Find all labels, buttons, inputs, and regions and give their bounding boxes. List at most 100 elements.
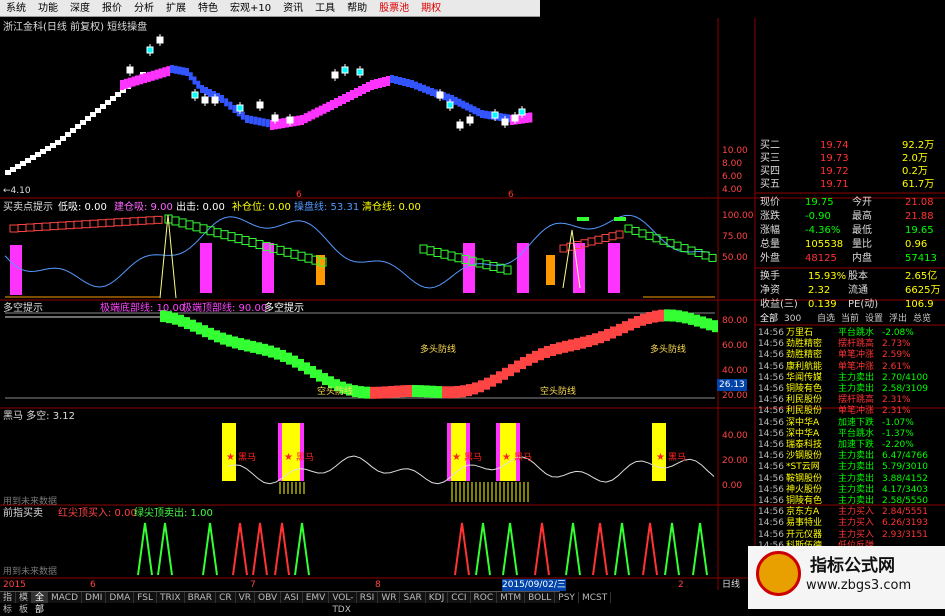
ticker-tab[interactable]: 设置 (865, 313, 883, 325)
orange-signal-bar (316, 255, 325, 285)
menu-item[interactable]: 报价 (96, 0, 128, 17)
indicator-tab[interactable]: SAR (400, 592, 426, 603)
indicator-tab[interactable]: 指标 (0, 592, 17, 615)
indicator-tab[interactable]: EMV (303, 592, 330, 603)
menu-item[interactable]: 系统 (0, 0, 32, 17)
candle (110, 96, 116, 101)
indicator-tab[interactable]: RSI (357, 592, 379, 603)
sentiment-block (256, 342, 262, 355)
menu-item[interactable]: 功能 (32, 0, 64, 17)
ribbon-segment (528, 112, 533, 123)
indicator-tab[interactable]: VR (236, 592, 256, 603)
ribbon-segment (170, 65, 174, 73)
indicator-tab[interactable]: MACD (48, 592, 83, 603)
candle (55, 140, 61, 145)
indicator-tab[interactable]: 全部 (32, 592, 49, 615)
tick-type: 平台跳水 (838, 428, 875, 439)
sentiment-block (568, 339, 574, 352)
ribbon-segment (288, 116, 293, 127)
tick-value: 2.59% (882, 350, 911, 361)
stat-label: 收益(三) (760, 299, 798, 310)
panel3-axis-tick: 20.00 (722, 456, 748, 466)
panel2-annotation: 多头防线 (420, 345, 457, 355)
indicator-tab[interactable]: VOL-TDX (329, 592, 357, 615)
sentiment-block (676, 310, 682, 323)
indicator-tab[interactable]: TRIX (157, 592, 185, 603)
indicator-tab[interactable]: KDJ (426, 592, 449, 603)
tick-type: 加速下跌 (838, 440, 875, 450)
sentiment-block (406, 385, 412, 398)
panel1-label: 补仓位: 0.00 (232, 202, 291, 213)
green-step (297, 251, 306, 261)
sentiment-block (622, 321, 628, 334)
indicator-tab[interactable]: MTM (497, 592, 526, 603)
menu-item[interactable]: 资讯 (277, 0, 309, 17)
sentiment-block (382, 386, 388, 399)
tick-time: 14:56 (758, 507, 784, 518)
tick-type: 加速下跌 (838, 417, 875, 428)
ticker-tab[interactable]: 总览 (913, 313, 931, 325)
ticker-tab[interactable]: 300 (784, 313, 801, 325)
red-step (41, 222, 51, 231)
menu-item[interactable]: 分析 (128, 0, 160, 17)
bid-label: 买四 (760, 166, 780, 177)
menu-item[interactable]: 工具 (309, 0, 341, 17)
menu-item[interactable]: 扩展 (160, 0, 192, 17)
menu-item[interactable]: 宏观+10 (224, 0, 277, 17)
menu-item-stock-pool[interactable]: 股票池 (373, 0, 415, 17)
indicator-tab[interactable]: CCI (448, 592, 471, 603)
buy-signal-bar (262, 243, 274, 293)
indicator-tab[interactable]: DMA (106, 592, 135, 603)
ribbon-segment (506, 114, 511, 123)
ticker-tab[interactable]: 当前 (841, 313, 859, 325)
menu-item-options[interactable]: 期权 (415, 0, 447, 17)
red-step (97, 219, 107, 228)
indicator-tab[interactable]: BRAR (185, 592, 217, 603)
ticker-tab[interactable]: 全部 (760, 313, 778, 325)
indicator-tab[interactable]: WR (378, 592, 401, 603)
tick-time: 14:56 (758, 496, 784, 506)
red-step (137, 216, 147, 225)
watermark-url: www.zbgs3.com (806, 578, 912, 593)
indicator-tab[interactable]: FSL (134, 592, 157, 603)
menu-item[interactable]: 特色 (192, 0, 224, 17)
ribbon-segment (240, 111, 245, 120)
ribbon-segment (200, 85, 204, 93)
indicator-tab[interactable]: 模板 (16, 592, 33, 615)
green-step (426, 246, 435, 256)
panel2-label: 多空提示 (264, 303, 304, 314)
menu-item[interactable]: 帮助 (341, 0, 373, 17)
indicator-tab[interactable]: CR (216, 592, 236, 603)
date-marker: 6 (508, 190, 514, 200)
menu-item[interactable]: 深度 (64, 0, 96, 17)
panel2-annotation: 空头防线 (540, 387, 577, 397)
green-step (199, 224, 208, 234)
green-step (503, 265, 512, 275)
ticker-tab[interactable]: 浮出 (889, 313, 907, 325)
indicator-tab[interactable]: PSY (555, 592, 579, 603)
ribbon-segment (281, 118, 286, 129)
bid-volume: 0.2万 (902, 166, 928, 177)
candle (90, 112, 96, 117)
stat-label: 内盘 (852, 253, 872, 264)
indicator-tab[interactable]: DMI (82, 592, 107, 603)
green-step (269, 243, 278, 253)
indicator-tab[interactable]: OBV (255, 592, 282, 603)
indicator-tab[interactable]: ASI (281, 592, 303, 603)
ribbon-segment (422, 84, 426, 93)
stat-value: 2.32 (808, 285, 831, 296)
spike-signal (232, 522, 248, 576)
indicator-tab[interactable]: BOLL (525, 592, 556, 603)
ribbon-segment (228, 101, 233, 110)
stat-value: 19.75 (805, 197, 834, 208)
bid-price: 19.74 (820, 140, 849, 151)
tick-type: 主力买入 (838, 507, 875, 518)
green-step (192, 222, 201, 232)
indicator-tab[interactable]: ROC (471, 592, 498, 603)
ticker-tab[interactable]: 自选 (817, 313, 835, 325)
indicator-tab[interactable]: MCST (579, 592, 612, 603)
candle (446, 101, 454, 109)
tick-time: 14:56 (758, 417, 784, 428)
sentiment-block (616, 323, 622, 336)
candle (85, 116, 91, 121)
